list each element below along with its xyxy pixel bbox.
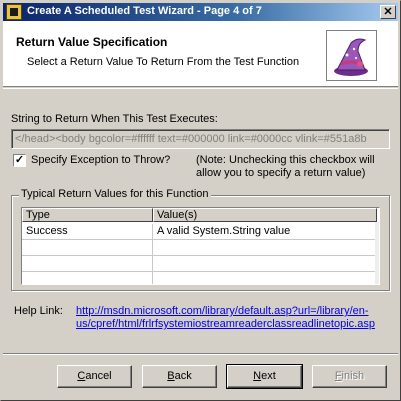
empty-cell	[153, 240, 377, 256]
finish-button[interactable]: Finish	[312, 365, 387, 388]
exception-checkbox-label[interactable]: Specify Exception to Throw?	[31, 154, 170, 166]
help-link-line-1[interactable]: http://msdn.microsoft.com/library/defaul…	[76, 305, 375, 318]
help-link-line-2[interactable]: us/cpref/html/frlrfsystemiostreamreaderc…	[76, 318, 375, 331]
return-string-input[interactable]: </head><body bgcolor=#ffffff text=#00000…	[11, 129, 390, 149]
page-title: Return Value Specification	[16, 35, 168, 49]
window-title: Create A Scheduled Test Wizard - Page 4 …	[27, 5, 262, 17]
cancel-button[interactable]: Cancel	[57, 365, 132, 388]
next-button[interactable]: Next	[226, 364, 303, 389]
next-label: ext	[261, 370, 276, 382]
close-button[interactable]: ✕	[380, 5, 396, 19]
typical-values-caption: Typical Return Values for this Function	[19, 188, 211, 200]
empty-cell	[22, 272, 153, 284]
cancel-label: ancel	[85, 370, 112, 382]
next-mnemonic: N	[253, 370, 262, 382]
header-divider	[3, 88, 398, 89]
table-row[interactable]: Success A valid System.String value	[22, 224, 379, 240]
header-panel: Return Value Specification Select a Retu…	[3, 21, 398, 87]
page-subtitle: Select a Return Value To Return From the…	[27, 56, 300, 68]
empty-cell	[153, 272, 377, 284]
table-row	[22, 256, 379, 272]
exception-note: (Note: Unchecking this checkbox will all…	[196, 154, 375, 179]
cell-value: A valid System.String value	[153, 224, 377, 240]
empty-cell	[22, 240, 153, 256]
empty-cell	[153, 256, 377, 272]
cell-type: Success	[22, 224, 153, 240]
return-string-label: String to Return When This Test Executes…	[11, 113, 218, 125]
finish-mnemonic: F	[334, 370, 342, 382]
column-header-values[interactable]: Value(s)	[153, 208, 377, 222]
wizard-hat-icon	[326, 30, 377, 81]
wizard-window: Create A Scheduled Test Wizard - Page 4 …	[0, 0, 401, 401]
exception-checkbox[interactable]: ✓	[13, 154, 26, 167]
typical-values-table[interactable]: Type Value(s) Success A valid System.Str…	[21, 207, 380, 285]
footer-divider	[3, 353, 398, 355]
table-header: Type Value(s)	[22, 208, 379, 222]
back-button[interactable]: Back	[142, 365, 217, 388]
title-bar[interactable]: Create A Scheduled Test Wizard - Page 4 …	[3, 3, 398, 21]
table-scrollbar[interactable]	[375, 222, 379, 284]
table-row	[22, 240, 379, 256]
column-header-type[interactable]: Type	[22, 208, 153, 222]
empty-cell	[22, 256, 153, 272]
table-row	[22, 272, 379, 284]
back-mnemonic: B	[167, 370, 175, 382]
help-link-label: Help Link:	[14, 305, 63, 317]
help-link[interactable]: http://msdn.microsoft.com/library/defaul…	[76, 305, 375, 331]
finish-label: inish	[341, 370, 365, 382]
app-icon	[6, 4, 22, 20]
back-label: ack	[174, 370, 192, 382]
